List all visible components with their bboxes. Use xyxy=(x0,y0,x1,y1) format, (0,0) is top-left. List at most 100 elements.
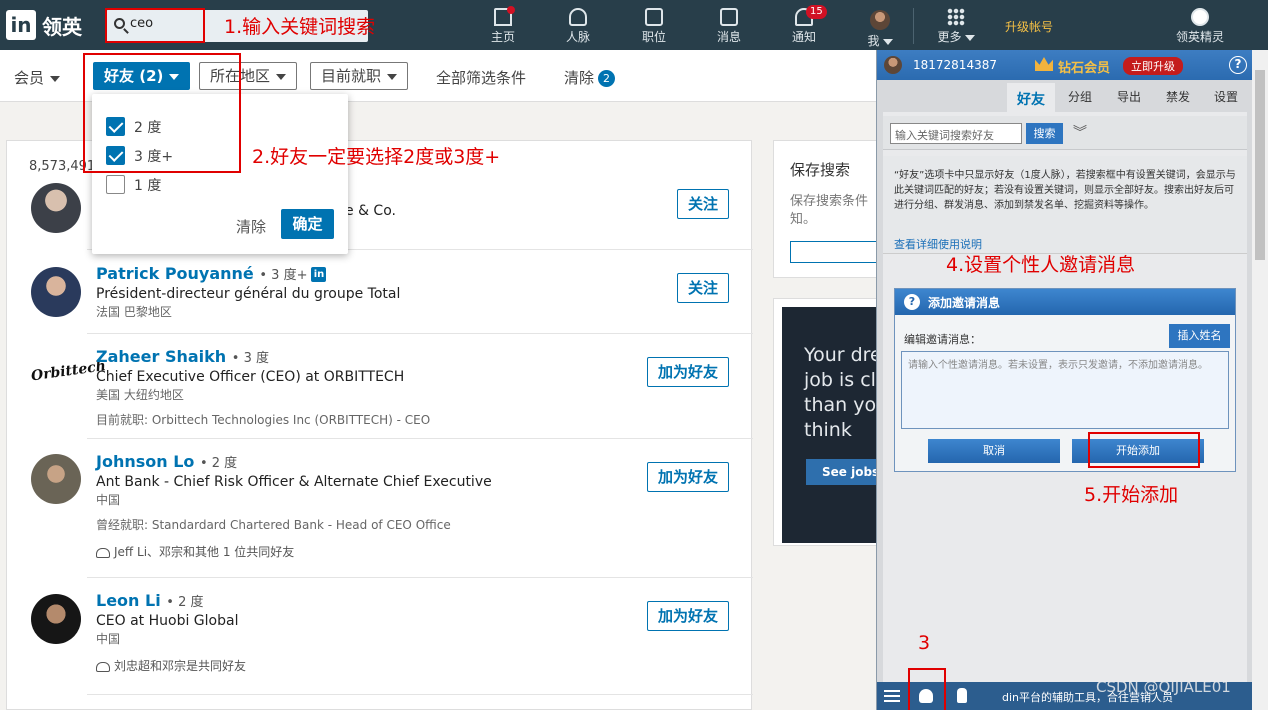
nav-jobs[interactable]: 职位 xyxy=(624,4,684,48)
assistant-label: 领英精灵 xyxy=(1175,30,1224,44)
table-row: Patrick Pouyanné • 3 度+ in Président-dire… xyxy=(96,264,400,320)
panel-account: 18172814387 xyxy=(913,58,997,72)
nav-home[interactable]: 主页 xyxy=(473,4,533,48)
nav-network[interactable]: 人脉 xyxy=(548,4,608,48)
avatar[interactable] xyxy=(31,594,81,644)
annotation-step5: 5.开始添加 xyxy=(1084,484,1179,506)
nav-linkedin-assistant[interactable]: 领英精灵 xyxy=(1168,4,1232,48)
upgrade-account-link[interactable]: 升级帐号 xyxy=(1005,18,1053,35)
annotation-box-start xyxy=(1088,432,1200,468)
nav-home-label: 主页 xyxy=(490,30,515,44)
panel-upgrade-button[interactable]: 立即升级 xyxy=(1123,57,1183,75)
invite-message-label: 编辑邀请消息： xyxy=(904,333,981,346)
ad-card: Your dre job is cl than yo think See job… xyxy=(773,298,883,546)
tab-groups[interactable]: 分组 xyxy=(1068,88,1092,105)
member-tier: 钻石会员 xyxy=(1058,61,1111,76)
panel-header: 18172814387 钻石会员 立即升级 ? xyxy=(877,50,1253,80)
nav-me[interactable]: 我 xyxy=(850,4,910,48)
save-search-desc: 保存搜索条件 知。 xyxy=(790,194,869,227)
avatar[interactable] xyxy=(31,267,81,317)
insert-name-button[interactable]: 插入姓名 xyxy=(1169,324,1230,348)
orbittech-logo[interactable]: Orbittech xyxy=(28,350,107,397)
grid-icon xyxy=(947,8,965,26)
mutual-connections[interactable]: Jeff Li、邓宗和其他 1 位共同好友 xyxy=(96,543,492,560)
filter-current-company[interactable]: 目前就职 xyxy=(310,62,409,90)
annotation-box-friends xyxy=(83,53,241,173)
panel-scrollbar-thumb[interactable] xyxy=(1255,70,1265,260)
result-previous-company: 曾经就职: Standardard Chartered Bank - Head … xyxy=(96,518,451,532)
dropdown-clear-button[interactable]: 清除 xyxy=(236,216,266,237)
add-friend-button[interactable]: 加为好友 xyxy=(647,601,729,631)
annotation-step4: 4.设置个性人邀请消息 xyxy=(946,254,1136,276)
save-search-card: 保存搜索 保存搜索条件 知。 xyxy=(773,140,890,278)
nav-messages[interactable]: 消息 xyxy=(699,4,759,48)
nav-jobs-label: 职位 xyxy=(641,30,666,44)
friend-search-input[interactable]: 输入关键词搜索好友 xyxy=(890,123,1022,144)
nav-me-label: 我 xyxy=(850,32,910,49)
linkedin-logo[interactable]: in xyxy=(6,10,36,40)
table-row: Zaheer Shaikh • 3 度 Chief Executive Offi… xyxy=(96,347,430,428)
degree-1-checkbox[interactable] xyxy=(106,175,125,194)
mutual-friends-icon xyxy=(96,547,110,558)
filter-all[interactable]: 全部筛选条件 xyxy=(436,67,526,88)
result-location: 中国 xyxy=(96,493,121,507)
result-title: Ant Bank - Chief Risk Officer & Alternat… xyxy=(96,474,492,490)
nav-more[interactable]: 更多 xyxy=(926,4,986,48)
result-name[interactable]: Zaheer Shaikh • 3 度 xyxy=(96,347,430,366)
nav-notifications-label: 通知 xyxy=(791,30,816,44)
friend-search-button[interactable]: 搜索 xyxy=(1026,123,1063,144)
tab-export[interactable]: 导出 xyxy=(1117,88,1141,105)
row-divider xyxy=(87,438,753,439)
result-name[interactable]: Leon Li • 2 度 xyxy=(96,591,246,610)
row-divider xyxy=(87,577,753,578)
expand-chevron-icon[interactable]: ︾ xyxy=(1073,122,1087,142)
dialog-cancel-button[interactable]: 取消 xyxy=(928,439,1060,463)
nav-messages-label: 消息 xyxy=(716,30,741,44)
result-title: Chief Executive Officer (CEO) at ORBITTE… xyxy=(96,369,405,385)
avatar[interactable] xyxy=(31,454,81,504)
question-icon: ? xyxy=(904,294,920,310)
me-avatar xyxy=(870,10,890,30)
follow-button[interactable]: 关注 xyxy=(677,189,729,219)
result-current-company: 目前就职: Orbittech Technologies Inc (ORBITT… xyxy=(96,413,431,427)
panel-tabs: 好友 分组 导出 禁发 设置 xyxy=(877,80,1253,112)
result-location: 中国 xyxy=(96,632,121,646)
save-search-title: 保存搜索 xyxy=(790,161,851,179)
follow-button[interactable]: 关注 xyxy=(677,273,729,303)
annotation-box-search xyxy=(105,8,205,43)
like-icon[interactable] xyxy=(957,688,967,703)
network-icon xyxy=(569,8,587,26)
add-friend-button[interactable]: 加为好友 xyxy=(647,462,729,492)
tab-blocklist[interactable]: 禁发 xyxy=(1166,88,1190,105)
filter-clear[interactable]: 清除 2 xyxy=(564,67,616,88)
tab-settings[interactable]: 设置 xyxy=(1214,88,1238,105)
mutual-connections[interactable]: 刘忠超和邓宗是共同好友 xyxy=(96,657,246,674)
row-divider xyxy=(87,333,753,334)
notification-count-badge: 15 xyxy=(806,5,827,19)
save-search-button[interactable] xyxy=(790,241,890,263)
see-jobs-button[interactable]: See jobs xyxy=(806,459,882,485)
avatar[interactable] xyxy=(31,183,81,233)
dialog-title: 添加邀请消息 xyxy=(928,296,1001,310)
nav-notifications[interactable]: 15 通知 xyxy=(774,4,834,48)
degree-1-label: 1 度 xyxy=(134,178,162,194)
menu-icon[interactable] xyxy=(884,690,900,702)
dialog-header: ? 添加邀请消息 xyxy=(895,289,1235,315)
invite-message-textarea[interactable]: 请输入个性邀请消息。若未设置，表示只发邀请，不添加邀请消息。 xyxy=(901,351,1229,429)
result-name[interactable]: Patrick Pouyanné • 3 度+ in xyxy=(96,264,400,283)
help-icon[interactable]: ? xyxy=(1229,56,1247,74)
logo-text: 领英 xyxy=(42,15,82,39)
result-title: CEO at Huobi Global xyxy=(96,613,239,629)
dropdown-confirm-button[interactable]: 确定 xyxy=(281,209,334,239)
panel-avatar xyxy=(884,56,902,74)
assistant-logo-icon xyxy=(1191,8,1209,26)
filter-members[interactable]: 会员 xyxy=(14,67,61,88)
tab-friends[interactable]: 好友 xyxy=(1007,83,1055,112)
ad-banner[interactable]: Your dre job is cl than yo think See job… xyxy=(782,307,882,543)
result-name[interactable]: Johnson Lo • 2 度 xyxy=(96,452,492,471)
table-row: Johnson Lo • 2 度 Ant Bank - Chief Risk O… xyxy=(96,452,492,560)
degree-1-option[interactable]: 1 度 xyxy=(106,174,246,196)
annotation-step3: 3 xyxy=(918,632,931,654)
add-friend-button[interactable]: 加为好友 xyxy=(647,357,729,387)
result-location: 美国 大纽约地区 xyxy=(96,388,184,402)
